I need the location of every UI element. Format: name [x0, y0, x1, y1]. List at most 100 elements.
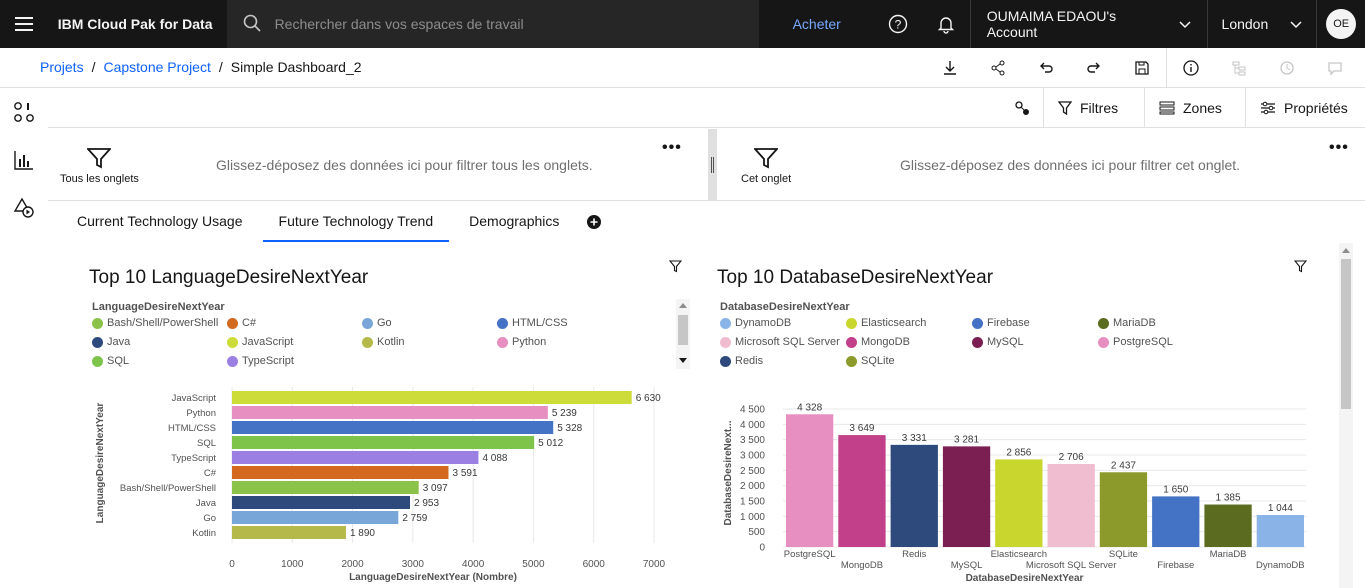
- account-switcher[interactable]: OUMAIMA EDAOU's Account: [971, 0, 1207, 48]
- database-legend-item[interactable]: Microsoft SQL Server: [720, 336, 840, 348]
- language-legend-item[interactable]: Java: [92, 336, 130, 348]
- widget-filter-icon[interactable]: [668, 260, 683, 278]
- x-tick-label: MySQL: [951, 560, 983, 571]
- widgets-icon[interactable]: [1359, 48, 1365, 88]
- database-legend-item[interactable]: PostgreSQL: [1098, 336, 1173, 348]
- legend-swatch: [92, 336, 103, 348]
- database-legend-item[interactable]: Firebase: [972, 317, 1030, 329]
- menu-icon[interactable]: [0, 0, 48, 48]
- more-options-icon[interactable]: •••: [662, 139, 682, 157]
- database-legend-item[interactable]: MongoDB: [846, 336, 910, 348]
- legend-swatch: [720, 317, 731, 329]
- database-legend-item[interactable]: MariaDB: [1098, 317, 1156, 329]
- properties-button[interactable]: Propriétés: [1245, 88, 1365, 128]
- divider: [1316, 0, 1318, 48]
- data-label: 3 649: [849, 423, 874, 434]
- language-legend-item[interactable]: TypeScript: [227, 355, 294, 367]
- undo-icon[interactable]: [1022, 48, 1070, 88]
- legend-label: Bash/Shell/PowerShell: [107, 317, 219, 329]
- database-chart-widget[interactable]: Top 10 DatabaseDesireNextYear DatabaseDe…: [700, 243, 1336, 588]
- redo-icon[interactable]: [1070, 48, 1118, 88]
- filters-button[interactable]: Filtres: [1043, 88, 1141, 128]
- document-actions: [926, 48, 1365, 88]
- breadcrumb-separator: /: [218, 59, 223, 75]
- database-legend-item[interactable]: SQLite: [846, 355, 895, 367]
- legend-swatch: [497, 336, 508, 348]
- download-icon[interactable]: [926, 48, 974, 88]
- y-tick-label: 1 000: [740, 512, 765, 523]
- legend-scrollbar[interactable]: [676, 299, 690, 369]
- brand-name[interactable]: IBM Cloud Pak for Data: [48, 16, 227, 32]
- splitter-handle[interactable]: [708, 129, 717, 201]
- database-legend-item[interactable]: Elasticsearch: [846, 317, 926, 329]
- breadcrumb-link-project[interactable]: Capstone Project: [103, 59, 210, 75]
- notification-icon[interactable]: [922, 0, 970, 48]
- legend-label: C#: [242, 317, 257, 329]
- language-legend-item[interactable]: Go: [362, 317, 392, 329]
- hierarchy-icon[interactable]: [1215, 48, 1263, 88]
- x-tick-label: SQLite: [1109, 549, 1138, 560]
- language-legend-item[interactable]: C#: [227, 317, 256, 329]
- region-switcher[interactable]: London: [1208, 0, 1317, 48]
- funnel-icon: [87, 148, 112, 169]
- legend-label: Go: [377, 317, 392, 329]
- database-legend-item[interactable]: MySQL: [972, 336, 1024, 348]
- filter-dropzone-this-tab[interactable]: Cet onglet Glissez-déposez des données i…: [717, 129, 1365, 201]
- legend-label: Python: [512, 336, 547, 348]
- sliders-icon: [1261, 101, 1275, 115]
- x-tick-label: Elasticsearch: [991, 549, 1048, 560]
- legend-swatch: [1098, 336, 1109, 348]
- y-tick-label: Bash/Shell/PowerShell: [120, 483, 216, 494]
- search-bar[interactable]: Rechercher dans vos espaces de travail: [226, 0, 760, 48]
- tab-current-technology-usage[interactable]: Current Technology Usage: [48, 202, 254, 242]
- data-label: 4 328: [797, 402, 822, 413]
- info-icon[interactable]: [1167, 48, 1215, 88]
- more-options-icon[interactable]: •••: [1329, 139, 1349, 157]
- buy-button[interactable]: Acheter: [759, 16, 874, 32]
- filter-dropzone-all-tabs[interactable]: Tous les onglets Glissez-déposez des don…: [48, 129, 708, 201]
- legend-swatch: [720, 355, 731, 367]
- widgets-media-icon[interactable]: [0, 184, 48, 232]
- language-legend-item[interactable]: Python: [497, 336, 546, 348]
- comment-icon[interactable]: [1311, 48, 1359, 88]
- legend-swatch: [362, 336, 373, 348]
- legend-swatch: [362, 317, 373, 329]
- y-tick-label: 0: [759, 543, 765, 554]
- tab-demographics[interactable]: Demographics: [449, 202, 579, 242]
- search-input[interactable]: Rechercher dans vos espaces de travail: [275, 16, 524, 32]
- language-legend-item[interactable]: HTML/CSS: [497, 317, 568, 329]
- avatar[interactable]: OE: [1326, 9, 1357, 39]
- help-icon[interactable]: ?: [874, 0, 922, 48]
- y-axis-title: LanguageDesireNextYear: [95, 403, 106, 524]
- add-tab-icon[interactable]: [579, 202, 609, 242]
- widget-filter-icon[interactable]: [1293, 260, 1308, 278]
- data-label: 2 706: [1059, 452, 1084, 463]
- database-legend-item[interactable]: Redis: [720, 355, 763, 367]
- zones-button[interactable]: Zones: [1144, 88, 1245, 128]
- breadcrumb-link-projects[interactable]: Projets: [40, 59, 84, 75]
- data-label: 6 630: [636, 393, 661, 404]
- connection-icon[interactable]: [998, 88, 1046, 128]
- assets-icon[interactable]: [0, 88, 48, 136]
- visualizations-icon[interactable]: [0, 136, 48, 184]
- share-icon[interactable]: [974, 48, 1022, 88]
- legend-label: MongoDB: [861, 336, 910, 348]
- database-legend-item[interactable]: DynamoDB: [720, 317, 791, 329]
- language-legend-item[interactable]: SQL: [92, 355, 129, 367]
- save-icon[interactable]: [1118, 48, 1166, 88]
- filter-dropzone-icon: Cet onglet: [741, 147, 791, 185]
- history-icon[interactable]: [1263, 48, 1311, 88]
- language-legend-item[interactable]: Kotlin: [362, 336, 405, 348]
- y-tick-label: Go: [203, 513, 216, 524]
- y-tick-label: Java: [196, 498, 217, 509]
- tab-future-technology-trend[interactable]: Future Technology Trend: [262, 202, 450, 242]
- bar: [232, 406, 548, 419]
- language-legend-item[interactable]: JavaScript: [227, 336, 293, 348]
- y-tick-label: Kotlin: [192, 528, 216, 539]
- legend-swatch: [720, 336, 731, 348]
- language-chart-widget[interactable]: Top 10 LanguageDesireNextYear LanguageDe…: [60, 243, 700, 588]
- language-chart-title: Top 10 LanguageDesireNextYear: [89, 267, 369, 288]
- legend-swatch: [846, 355, 857, 367]
- language-legend-item[interactable]: Bash/Shell/PowerShell: [92, 317, 218, 329]
- page-scrollbar[interactable]: [1339, 243, 1353, 588]
